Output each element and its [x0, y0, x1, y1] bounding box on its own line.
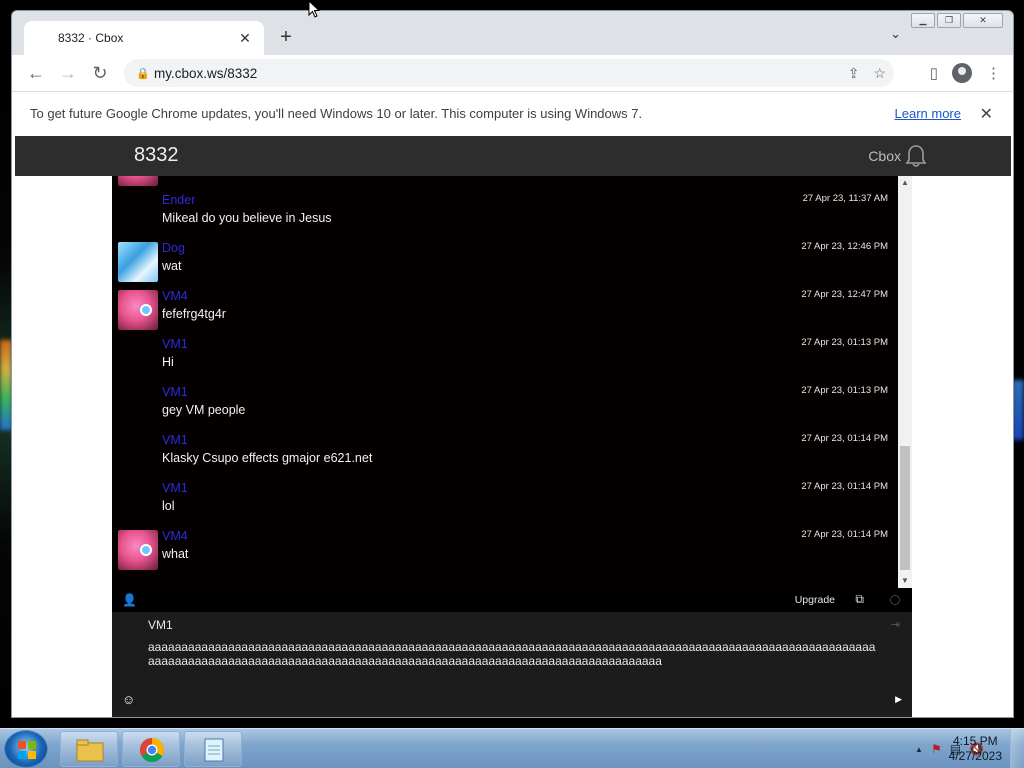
mouse-cursor-icon: [308, 0, 320, 18]
forward-icon[interactable]: →: [52, 63, 84, 84]
chat-message: Ender 27 Apr 23, 11:37 AM Mikeal do you be…: [112, 191, 898, 239]
infobar-message: To get future Google Chrome updates, you…: [30, 106, 643, 121]
avatar[interactable]: [118, 530, 158, 570]
box-name: 8332: [134, 144, 179, 166]
message-timestamp: 27 Apr 23, 01:13 PM: [801, 385, 888, 396]
new-tab-button[interactable]: +: [275, 26, 297, 48]
menu-kebab-icon[interactable]: ⋮: [986, 64, 1001, 82]
message-text: lol: [162, 499, 175, 513]
status-indicator-icon: [890, 595, 900, 605]
message-author[interactable]: VM4: [162, 289, 188, 303]
tab-close-icon[interactable]: ✕: [236, 30, 254, 47]
avatar[interactable]: [118, 176, 158, 186]
chat-message: VM4 27 Apr 23, 12:47 PM fefefrg4tg4r: [112, 287, 898, 335]
upgrade-link[interactable]: Upgrade: [795, 594, 835, 606]
send-icon[interactable]: ▶: [895, 694, 902, 705]
message-timestamp: 27 Apr 23, 11:37 AM: [802, 193, 888, 204]
message-timestamp: 27 Apr 23, 01:14 PM: [801, 481, 888, 492]
chat-message: oh: [112, 176, 898, 191]
tab-cbox[interactable]: 8332 · Cbox ✕: [24, 21, 264, 55]
address-bar[interactable]: 🔒 my.cbox.ws/8332 ⇪ ☆: [124, 59, 894, 87]
message-timestamp: 27 Apr 23, 12:47 PM: [801, 289, 888, 300]
infobar-close-icon[interactable]: ✕: [980, 104, 993, 124]
windows-logo-icon: [18, 741, 36, 759]
message-timestamp: 27 Apr 23, 01:13 PM: [801, 337, 888, 348]
chat-message: Dog 27 Apr 23, 12:46 PM wat: [112, 239, 898, 287]
message-author[interactable]: VM1: [162, 481, 188, 495]
scroll-thumb[interactable]: [900, 446, 910, 570]
message-author[interactable]: VM1: [162, 337, 188, 351]
chrome-icon: [139, 738, 165, 763]
user-icon[interactable]: 👤: [122, 593, 137, 607]
message-text: Mikeal do you believe in Jesus: [162, 211, 332, 225]
bookmark-star-icon[interactable]: ☆: [873, 65, 886, 82]
message-text: oh: [162, 176, 176, 177]
tab-strip: 8332 · Cbox ✕ + ⌄: [12, 11, 1013, 55]
reload-icon[interactable]: ↻: [84, 63, 116, 84]
poster-name[interactable]: VM1: [148, 618, 173, 632]
clock-time: 4:15 PM: [952, 734, 998, 748]
chat-message: VM1 27 Apr 23, 01:13 PM Hi: [112, 335, 898, 383]
message-author[interactable]: VM1: [162, 385, 188, 399]
message-timestamp: 27 Apr 23, 01:14 PM: [801, 529, 888, 540]
message-author[interactable]: VM1: [162, 433, 188, 447]
cbox-header: 8332 Cbox: [15, 136, 1011, 176]
explorer-task-button[interactable]: [60, 731, 118, 767]
message-author[interactable]: Ender: [162, 193, 195, 207]
chat-box: oh Ender 27 Apr 23, 11:37 AM Mikeal do you …: [112, 176, 912, 717]
lock-icon[interactable]: 🔒: [136, 67, 154, 80]
message-text: what: [162, 547, 189, 561]
tray-expand-icon[interactable]: ▲: [915, 745, 923, 754]
url-text: my.cbox.ws/8332: [154, 65, 258, 81]
popout-icon[interactable]: ⧉: [855, 592, 864, 607]
side-panel-icon[interactable]: ▯: [930, 64, 938, 82]
browser-window: ▁ ❐ ✕ 8332 · Cbox ✕ + ⌄ ← → ↻ 🔒 my.cbox.…: [11, 10, 1014, 718]
notepad-task-button[interactable]: [184, 731, 242, 767]
avatar[interactable]: [118, 290, 158, 330]
message-text: wat: [162, 259, 182, 273]
action-center-icon[interactable]: ⚑: [931, 742, 942, 756]
chrome-task-button[interactable]: [122, 731, 180, 767]
update-infobar: To get future Google Chrome updates, you…: [12, 91, 1013, 135]
share-icon[interactable]: ⇪: [848, 65, 860, 82]
page-content: 8332 Cbox oh Ender 27 Apr 23, 11:37 AM Mike…: [12, 135, 1013, 717]
cbox-brand-link[interactable]: Cbox: [868, 148, 901, 164]
learn-more-link[interactable]: Learn more: [895, 106, 961, 121]
message-text: fefefrg4tg4r: [162, 307, 226, 321]
tab-search-icon[interactable]: ⌄: [890, 26, 901, 42]
message-text: gey VM people: [162, 403, 246, 417]
chat-message: VM1 27 Apr 23, 01:13 PM gey VM people: [112, 383, 898, 431]
start-button[interactable]: [4, 730, 48, 768]
chat-message: VM1 27 Apr 23, 01:14 PM lol: [112, 479, 898, 527]
browser-toolbar: ← → ↻ 🔒 my.cbox.ws/8332 ⇪ ☆ ▯ ⋮: [12, 55, 1013, 91]
message-timestamp: 27 Apr 23, 12:46 PM: [801, 241, 888, 252]
chat-footer: 👤 Upgrade ⧉: [112, 588, 912, 612]
scroll-up-icon[interactable]: ▲: [898, 176, 912, 190]
chat-message: VM1 27 Apr 23, 01:14 PM Klasky Csupo effec…: [112, 431, 898, 479]
message-timestamp: 27 Apr 23, 01:14 PM: [801, 433, 888, 444]
profile-icon[interactable]: [952, 63, 972, 83]
tab-title: 8332 · Cbox: [58, 31, 124, 45]
message-input[interactable]: aaaaaaaaaaaaaaaaaaaaaaaaaaaaaaaaaaaaaaaa…: [148, 640, 878, 670]
scroll-down-icon[interactable]: ▼: [898, 574, 912, 588]
emoji-icon[interactable]: ☺: [122, 692, 135, 707]
login-icon[interactable]: ⇥: [891, 618, 900, 631]
back-icon[interactable]: ←: [20, 63, 52, 84]
avatar[interactable]: [118, 242, 158, 282]
message-scrollbar[interactable]: ▲ ▼: [898, 176, 912, 588]
message-text: Hi: [162, 355, 174, 369]
folder-icon: [76, 739, 104, 762]
clock-date: 4/27/2023: [948, 749, 1002, 763]
message-author[interactable]: VM4: [162, 529, 188, 543]
chat-message: VM4 27 Apr 23, 01:14 PM what: [112, 527, 898, 575]
post-form: VM1 ⇥ aaaaaaaaaaaaaaaaaaaaaaaaaaaaaaaaaa…: [112, 612, 912, 717]
taskbar: ▲ ⚑ ▤ 🔇 4:15 PM 4/27/2023: [0, 728, 1024, 768]
bell-icon[interactable]: [905, 144, 927, 168]
clock[interactable]: 4:15 PM 4/27/2023: [949, 734, 1002, 764]
show-desktop-button[interactable]: [1010, 729, 1024, 768]
message-list[interactable]: oh Ender 27 Apr 23, 11:37 AM Mikeal do you …: [112, 176, 898, 588]
message-author[interactable]: Dog: [162, 241, 185, 255]
message-text: Klasky Csupo effects gmajor e621.net: [162, 451, 373, 465]
notepad-icon: [204, 738, 224, 762]
